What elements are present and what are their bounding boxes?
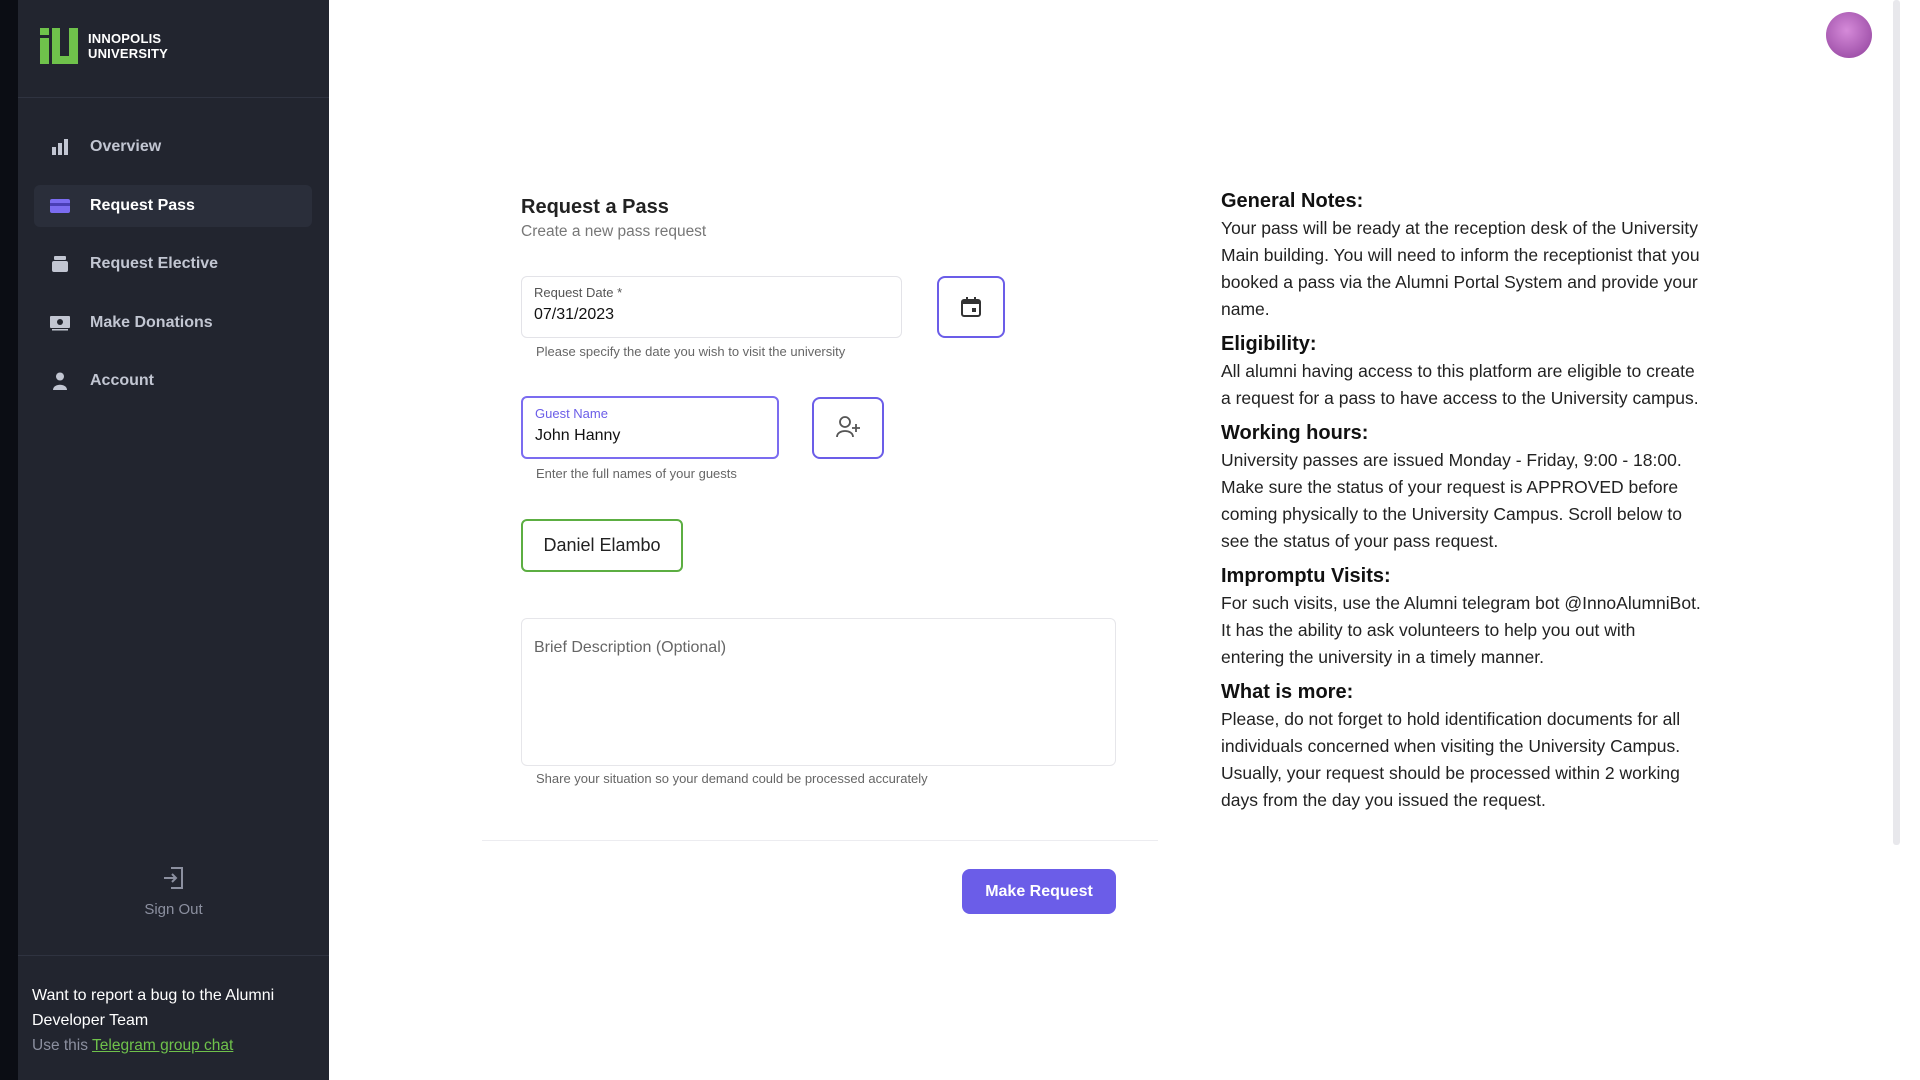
sidebar-nav: Overview Request Pass Request Elective M…	[34, 126, 312, 419]
guest-chip[interactable]: Daniel Elambo	[521, 519, 683, 572]
bug-report-text: Want to report a bug to the Alumni Devel…	[32, 987, 275, 1029]
notes-heading: Eligibility:	[1221, 333, 1317, 355]
guest-name-input[interactable]: Guest Name John Hanny	[521, 396, 779, 459]
bar-chart-icon	[50, 137, 70, 157]
notes-heading: General Notes:	[1221, 190, 1364, 212]
sidebar-item-label: Request Pass	[90, 196, 195, 214]
form-divider	[482, 840, 1158, 841]
notes-body: Your pass will be ready at the reception…	[1221, 218, 1700, 319]
scrollbar[interactable]	[1893, 0, 1900, 845]
money-icon	[50, 313, 70, 333]
sidebar-item-label: Overview	[90, 138, 162, 155]
guest-name-label: Guest Name	[535, 406, 608, 421]
sign-out-label: Sign Out	[144, 901, 203, 918]
calendar-button[interactable]	[937, 276, 1005, 338]
sidebar-divider	[18, 97, 329, 98]
logo-mark-icon	[40, 28, 78, 64]
avatar[interactable]	[1826, 12, 1872, 58]
page-title: Request a Pass	[521, 196, 669, 218]
request-date-label: Request Date *	[534, 285, 623, 300]
make-request-button[interactable]: Make Request	[962, 869, 1116, 914]
sidebar-item-label: Request Elective	[90, 255, 219, 272]
guest-name-value: John Hanny	[535, 427, 621, 444]
page-subtitle: Create a new pass request	[521, 223, 707, 240]
sidebar-item-label: Make Donations	[90, 313, 213, 331]
sidebar-item-label: Account	[90, 372, 154, 389]
request-date-field[interactable]: Request Date * 07/31/2023	[521, 276, 902, 338]
logo-text: INNOPOLIS UNIVERSITY	[88, 31, 169, 61]
notes-body: Please, do not forget to hold identifica…	[1221, 709, 1681, 810]
telegram-chat-link[interactable]: Telegram group chat	[92, 1037, 233, 1054]
sidebar-item-account[interactable]: Account	[34, 360, 312, 402]
notes-body: For such visits, use the Alumni telegram…	[1221, 593, 1701, 667]
window-edge	[0, 0, 18, 1080]
university-logo[interactable]: INNOPOLIS UNIVERSITY	[40, 28, 168, 64]
request-date-value: 07/31/2023	[534, 306, 615, 323]
notes-heading: Impromptu Visits:	[1221, 565, 1391, 587]
sidebar-item-request-pass[interactable]: Request Pass	[34, 184, 312, 227]
description-helper: Share your situation so your demand coul…	[536, 771, 928, 786]
sign-out-icon	[163, 867, 183, 889]
sidebar-divider	[18, 955, 329, 956]
sidebar-item-overview[interactable]: Overview	[34, 126, 312, 168]
bug-report: Want to report a bug to the Alumni Devel…	[32, 983, 322, 1058]
calendar-icon	[961, 297, 981, 317]
add-user-icon	[836, 416, 860, 438]
description-placeholder: Brief Description (Optional)	[534, 639, 727, 656]
sidebar-item-request-elective[interactable]: Request Elective	[34, 243, 312, 285]
guest-name-helper: Enter the full names of your guests	[536, 466, 737, 481]
card-icon	[50, 196, 70, 216]
notes-heading: Working hours:	[1221, 422, 1369, 444]
add-guest-button[interactable]	[812, 397, 884, 459]
stack-icon	[50, 254, 70, 274]
notes-panel: General Notes: Your pass will be ready a…	[1221, 190, 1701, 824]
request-pass-form: Request a Pass Create a new pass request…	[482, 186, 1158, 936]
notes-heading: What is more:	[1221, 681, 1354, 703]
sign-out-button[interactable]: Sign Out	[18, 865, 329, 918]
user-icon	[50, 371, 70, 391]
sidebar: INNOPOLIS UNIVERSITY Overview Request Pa…	[18, 0, 329, 1080]
bug-report-prefix: Use this	[32, 1037, 88, 1054]
request-date-helper: Please specify the date you wish to visi…	[536, 344, 846, 359]
description-textarea[interactable]: Brief Description (Optional)	[521, 618, 1116, 766]
notes-body: University passes are issued Monday - Fr…	[1221, 450, 1683, 551]
notes-body: All alumni having access to this platfor…	[1221, 361, 1699, 408]
sidebar-item-make-donations[interactable]: Make Donations	[34, 302, 312, 344]
